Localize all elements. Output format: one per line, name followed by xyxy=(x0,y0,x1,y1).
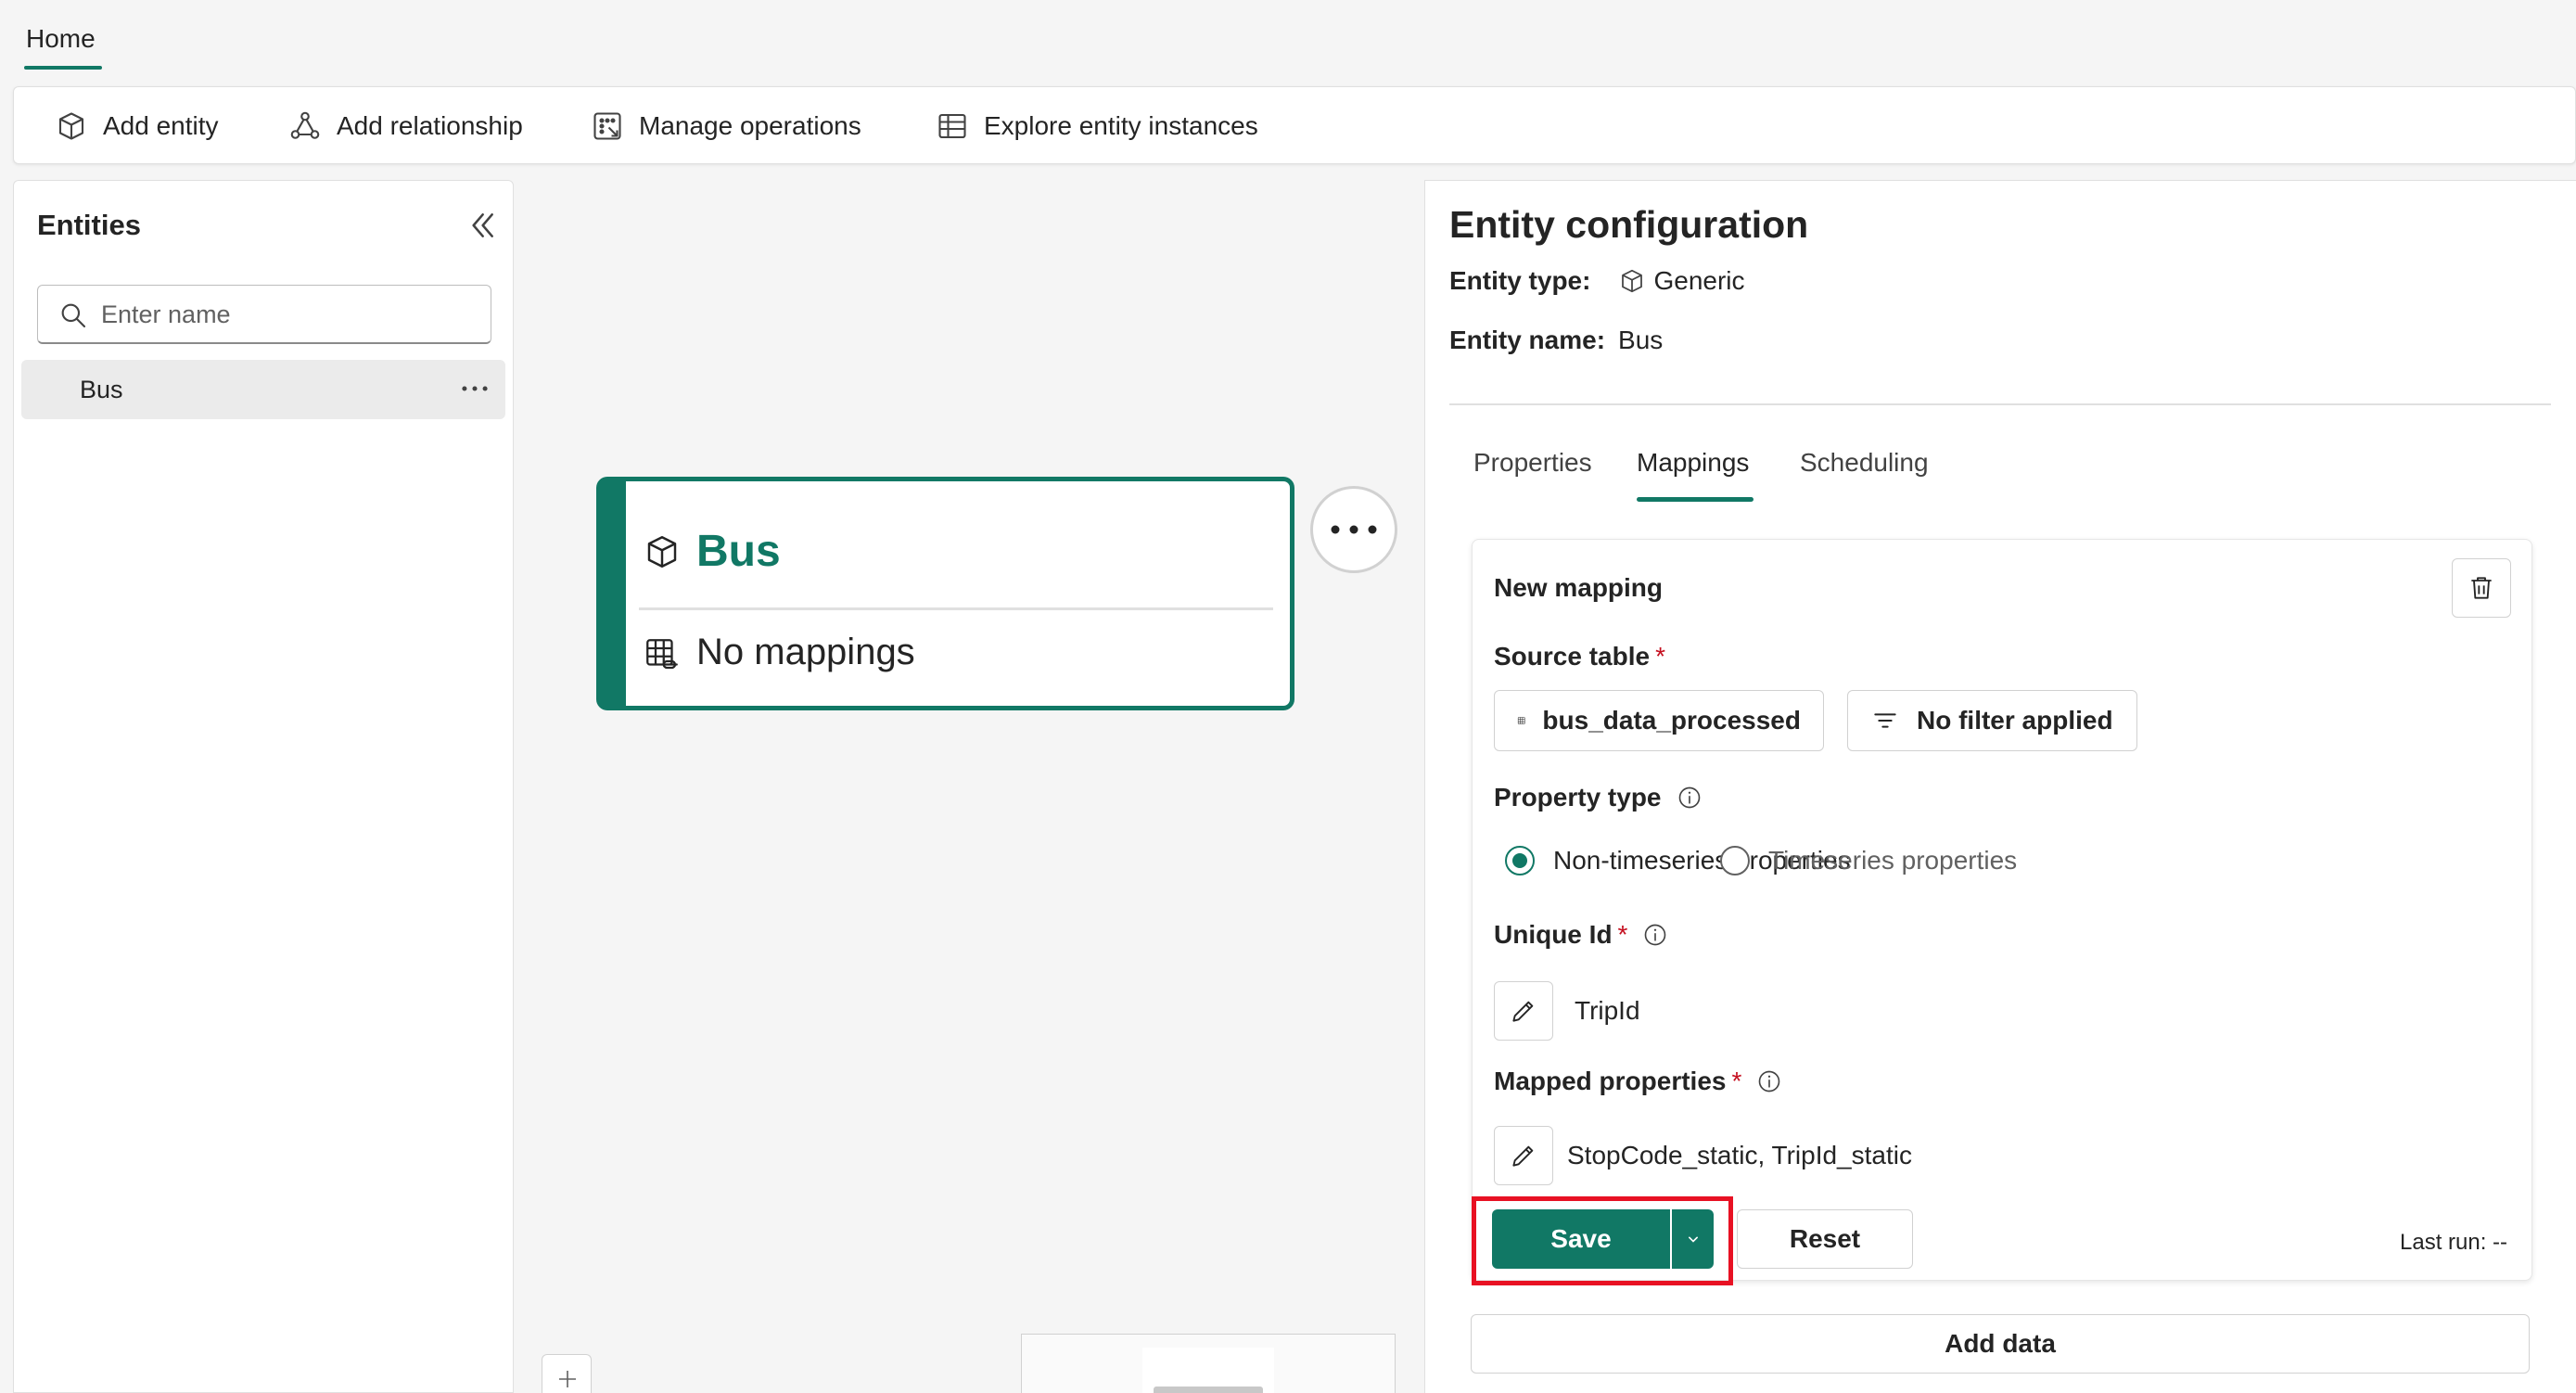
tab-home-underline xyxy=(24,66,102,70)
more-options-icon xyxy=(1331,525,1377,534)
radio-timeseries[interactable]: Timeseries properties xyxy=(1720,846,2017,875)
reset-button[interactable]: Reset xyxy=(1737,1209,1913,1269)
trash-icon xyxy=(2471,577,2492,599)
graph-canvas[interactable] xyxy=(516,180,1424,1393)
node-more-options-button[interactable] xyxy=(1310,486,1397,573)
table-icon xyxy=(938,113,966,139)
unique-id-value: TripId xyxy=(1575,996,1640,1025)
source-table-button[interactable]: bus_data_processed xyxy=(1494,690,1824,751)
mapped-properties-label: Mapped properties xyxy=(1494,1067,1727,1095)
filter-value: No filter applied xyxy=(1917,706,2113,735)
radio-timeseries-label: Timeseries properties xyxy=(1768,846,2018,875)
entity-name-value: Bus xyxy=(1618,326,1664,354)
source-table-label: Source table xyxy=(1494,642,1651,671)
top-tab-bar: Home xyxy=(0,0,2576,80)
save-highlight-box xyxy=(1472,1196,1733,1285)
entity-type-row: Entity type: Generic xyxy=(1449,266,1745,296)
required-marker: * xyxy=(1731,1067,1742,1095)
entity-node-divider xyxy=(639,607,1273,610)
entity-list-item-bus[interactable]: Bus xyxy=(21,360,505,419)
config-divider xyxy=(1449,403,2551,405)
entity-type-value: Generic xyxy=(1653,266,1745,295)
entity-search-box xyxy=(37,285,491,344)
minimap-node xyxy=(1154,1387,1263,1393)
mapped-properties-label-row: Mapped properties * xyxy=(1494,1067,1782,1096)
radio-timeseries-indicator[interactable] xyxy=(1720,846,1750,875)
mapped-properties-value: StopCode_static, TripId_static xyxy=(1567,1141,1912,1169)
tab-mappings-underline xyxy=(1637,497,1753,502)
manage-operations-button[interactable]: Manage operations xyxy=(591,108,861,145)
entities-panel: Entities Bus xyxy=(13,180,514,1393)
cube-icon xyxy=(1622,269,1643,293)
manage-operations-icon xyxy=(593,112,621,140)
info-icon[interactable] xyxy=(1756,1068,1782,1094)
required-marker: * xyxy=(1617,920,1628,949)
filter-button[interactable]: No filter applied xyxy=(1847,690,2137,751)
ribbon-toolbar: Add entity Add relationship Manage opera… xyxy=(13,86,2576,164)
relationship-icon xyxy=(290,111,320,139)
entities-title: Entities xyxy=(37,209,141,241)
entity-name-label: Entity name: xyxy=(1449,326,1606,354)
property-type-label-row: Property type xyxy=(1494,783,1702,812)
entity-name-row: Entity name: Bus xyxy=(1449,326,1663,355)
reset-label: Reset xyxy=(1789,1224,1861,1253)
cube-icon xyxy=(58,112,84,140)
last-run-status: Last run: -- xyxy=(2400,1230,2508,1255)
edit-mapped-properties-button[interactable] xyxy=(1494,1126,1553,1185)
unique-id-label-row: Unique Id * xyxy=(1494,920,1668,950)
collapse-panel-icon[interactable] xyxy=(463,207,500,244)
unique-id-label: Unique Id xyxy=(1494,920,1613,949)
explore-entity-instances-button[interactable]: Explore entity instances xyxy=(936,108,1258,145)
add-entity-button[interactable]: Add entity xyxy=(55,108,219,145)
property-type-label: Property type xyxy=(1494,783,1662,812)
pencil-icon xyxy=(1512,1145,1534,1167)
tab-home[interactable]: Home xyxy=(26,24,96,54)
tab-properties[interactable]: Properties xyxy=(1473,448,1592,478)
tab-mappings[interactable]: Mappings xyxy=(1637,448,1749,478)
entity-node-mappings: No mappings xyxy=(696,632,915,672)
entity-configuration-title: Entity configuration xyxy=(1449,203,1809,246)
add-relationship-label: Add relationship xyxy=(337,111,523,140)
edit-unique-id-button[interactable] xyxy=(1494,981,1553,1041)
zoom-in-button[interactable] xyxy=(542,1354,592,1393)
required-marker: * xyxy=(1655,642,1665,671)
filter-icon xyxy=(1874,713,1896,728)
table-link-icon xyxy=(646,639,678,670)
table-icon xyxy=(1517,717,1525,724)
canvas-minimap[interactable] xyxy=(1021,1334,1396,1393)
search-icon xyxy=(61,303,86,328)
source-table-label-row: Source table * xyxy=(1494,642,1665,671)
entity-node-bus[interactable]: Bus No mappings xyxy=(596,477,1294,710)
explore-entity-instances-label: Explore entity instances xyxy=(984,111,1258,140)
info-icon[interactable] xyxy=(1642,922,1668,948)
add-data-button[interactable]: Add data xyxy=(1471,1314,2530,1374)
more-options-icon[interactable] xyxy=(457,371,492,406)
source-table-value: bus_data_processed xyxy=(1542,706,1801,735)
tab-scheduling[interactable]: Scheduling xyxy=(1800,448,1929,478)
new-mapping-title: New mapping xyxy=(1494,573,1664,602)
add-relationship-button[interactable]: Add relationship xyxy=(288,108,523,145)
entity-search-input[interactable] xyxy=(101,295,472,334)
cube-icon xyxy=(647,536,677,568)
entity-node-title: Bus xyxy=(696,527,781,576)
plus-icon xyxy=(559,1371,576,1387)
manage-operations-label: Manage operations xyxy=(639,111,861,140)
new-mapping-card: New mapping Source table * bus_data_proc… xyxy=(1472,539,2532,1281)
add-data-label: Add data xyxy=(1945,1329,2056,1358)
pencil-icon xyxy=(1512,1001,1534,1022)
info-icon[interactable] xyxy=(1677,785,1702,811)
radio-non-timeseries-indicator[interactable] xyxy=(1505,846,1535,875)
entity-list-item-label: Bus xyxy=(80,376,123,403)
delete-mapping-button[interactable] xyxy=(2452,558,2511,618)
entity-type-label: Entity type: xyxy=(1449,266,1591,295)
add-entity-label: Add entity xyxy=(103,111,219,140)
